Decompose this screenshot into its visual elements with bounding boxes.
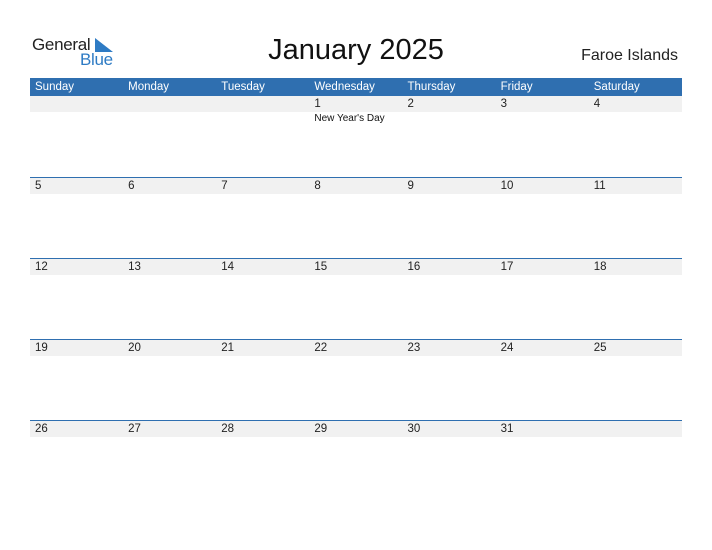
day-number: 7 [221,180,228,192]
week-row: 12 13 14 15 16 17 18 [30,258,682,340]
day-number: 20 [128,342,141,354]
date-row: 26 27 28 29 30 31 [30,421,682,437]
day-number [30,96,123,112]
weekday-wednesday: Wednesday [314,81,375,93]
day-number: 3 [500,98,508,110]
weekday-tuesday: Tuesday [221,81,265,93]
day-number: 4 [593,98,601,110]
weekday-sunday: Sunday [35,81,75,93]
day-number: 17 [500,261,514,273]
day-number: 11 [593,180,606,192]
day-number: 16 [407,261,421,273]
holiday-label [123,112,216,126]
day-number: 23 [407,342,421,354]
week-row: 5 6 7 8 9 10 11 [30,177,682,259]
weekday-monday: Monday [128,81,170,93]
weekday-friday: Friday [500,81,533,93]
day-number: 31 [500,423,514,435]
day-number: 26 [35,423,48,435]
day-number: 10 [500,180,514,192]
weekday-saturday: Saturday [593,81,640,93]
day-number: 19 [35,342,48,354]
day-number: 5 [35,180,42,192]
day-number: 1 [314,98,321,110]
day-number: 8 [314,180,321,192]
day-number: 29 [314,423,328,435]
day-number: 21 [221,342,235,354]
day-number: 30 [407,423,421,435]
day-number [123,96,216,112]
weekday-thursday: Thursday [407,81,456,93]
day-number: 9 [407,180,414,192]
week-row: 19 20 21 22 23 24 25 [30,339,682,421]
day-number: 18 [593,261,607,273]
holiday-label [216,112,309,126]
holiday-label [589,112,682,126]
day-number: 14 [221,261,235,273]
events-row: New Year's Day [30,112,682,126]
date-row: 5 6 7 8 9 10 11 [30,178,682,194]
holiday-label: New Year's Day [314,113,385,124]
date-row: 12 13 14 15 16 17 18 [30,259,682,275]
day-number: 15 [314,261,328,273]
day-number: 22 [314,342,328,354]
country-label: Faroe Islands [581,47,678,64]
day-number: 27 [128,423,141,435]
holiday-label [496,112,589,126]
day-number: 25 [593,342,607,354]
date-row: 1 2 3 4 [30,96,682,112]
day-number: 12 [35,261,48,273]
week-row: 1 2 3 4 New Year's Day [30,96,682,177]
day-number: 2 [407,98,414,110]
week-row: 26 27 28 29 30 31 [30,420,682,502]
day-number [216,96,309,112]
day-number: 13 [128,261,141,273]
day-number [589,421,682,437]
date-row: 19 20 21 22 23 24 25 [30,340,682,356]
day-number: 6 [128,180,135,192]
holiday-label [30,112,123,126]
day-number: 24 [500,342,514,354]
day-number: 28 [221,423,235,435]
holiday-label [403,112,496,126]
weekday-header: Sunday Monday Tuesday Wednesday Thursday… [30,78,682,96]
